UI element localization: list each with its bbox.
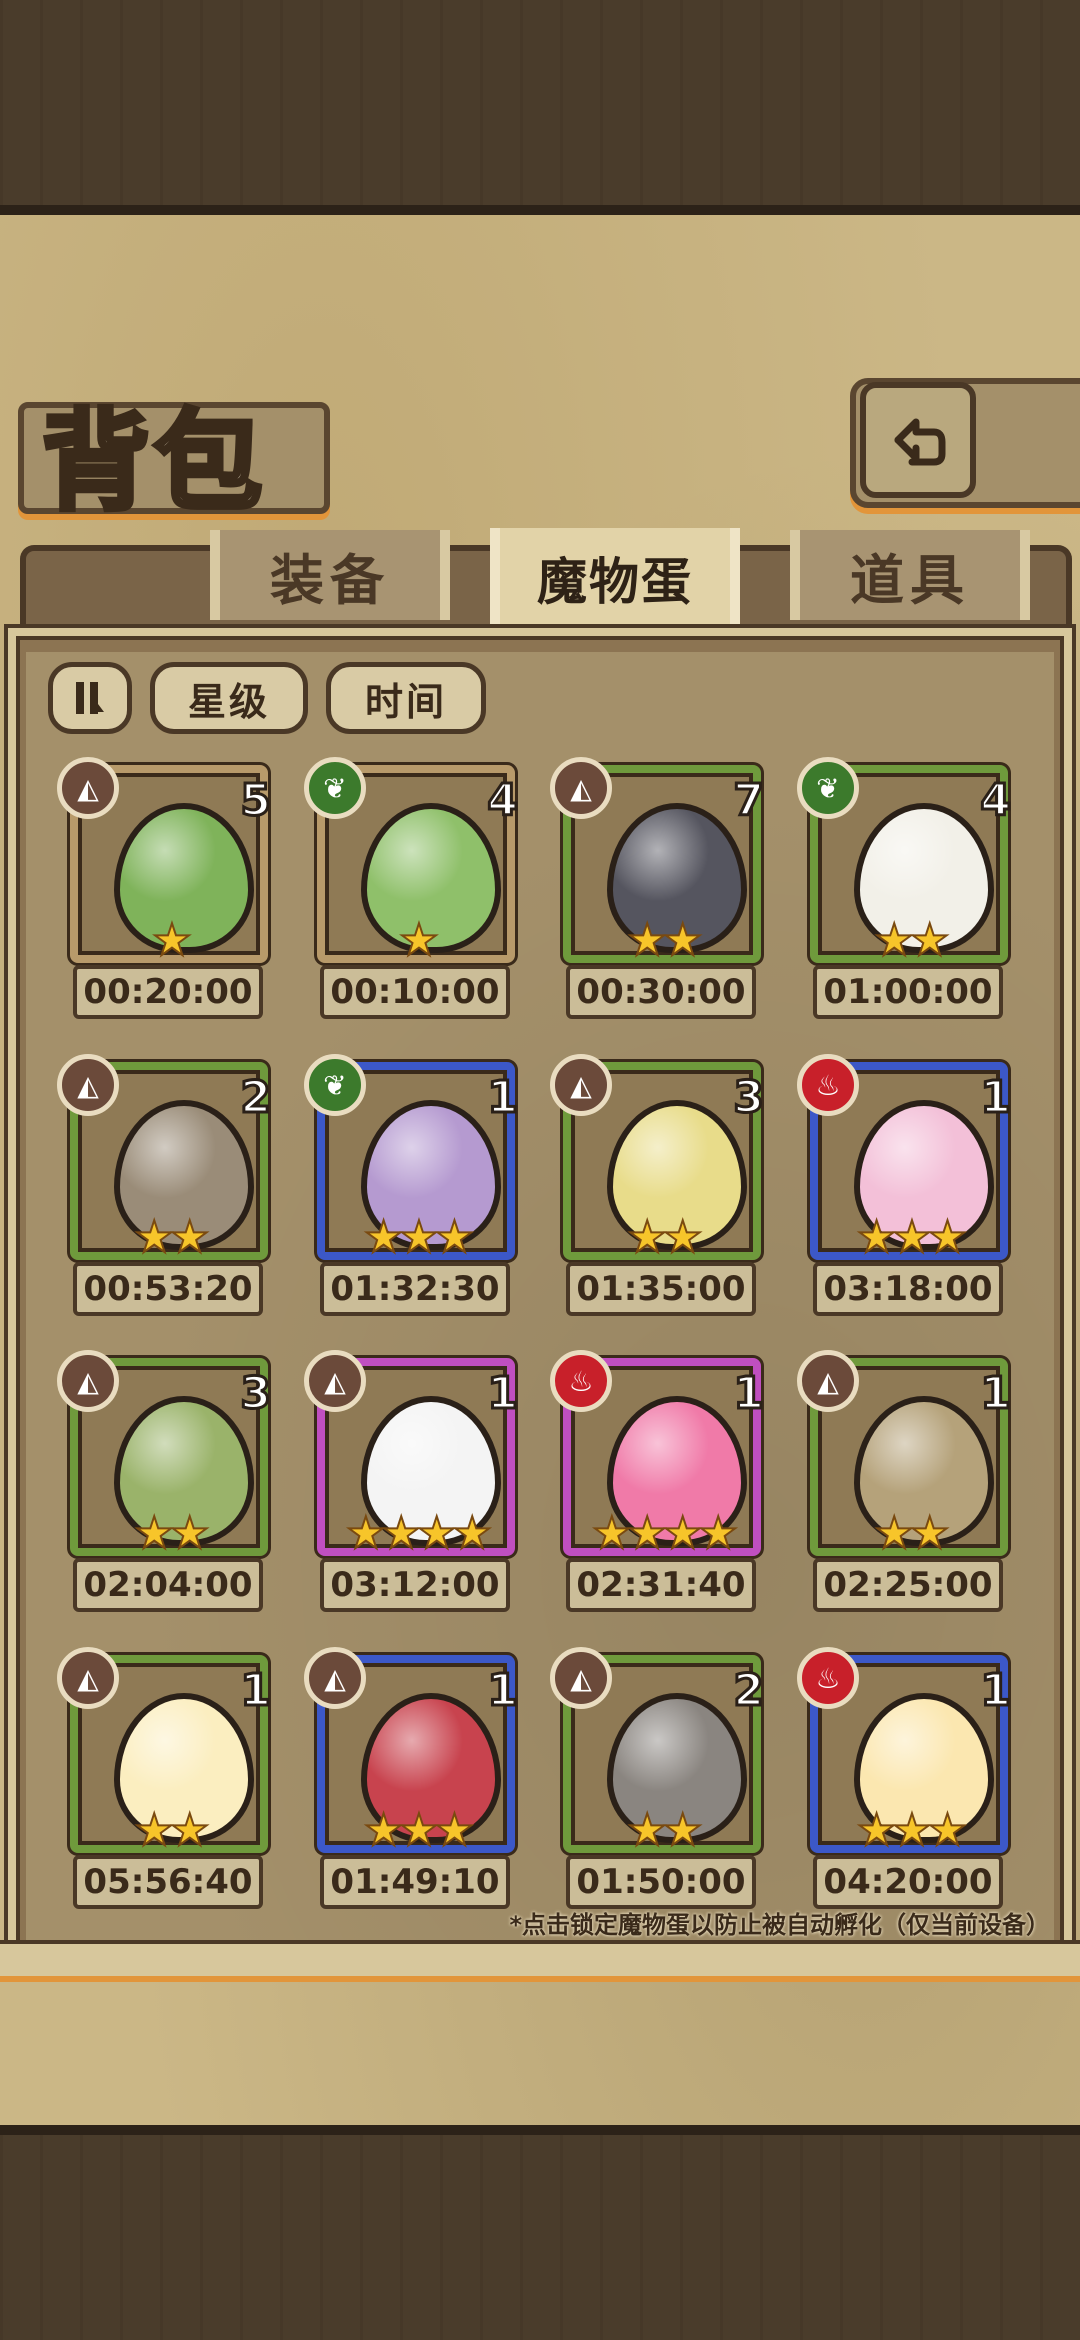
hatch-timer: 02:25:00: [813, 1558, 1003, 1612]
egg-count: 3: [239, 1367, 273, 1421]
hatch-timer: 04:20:00: [813, 1855, 1003, 1909]
hatch-timer: 01:00:00: [813, 965, 1003, 1019]
tab-equipment-label: 装备: [270, 548, 390, 612]
egg-stars: ★: [398, 914, 439, 967]
hatch-timer: 03:18:00: [813, 1262, 1003, 1316]
earth-element-icon: ◭: [550, 1054, 612, 1116]
pause-sort-icon: [76, 682, 104, 714]
egg-count: 1: [486, 1664, 520, 1718]
lock-hint-text: *点击锁定魔物蛋以防止被自动孵化（仅当前设备）: [509, 1911, 1050, 1939]
egg-count: 4: [486, 774, 520, 828]
egg-card[interactable]: ◭ 7 ★★ 00:30:00: [550, 757, 768, 1020]
hatch-timer: 01:32:30: [320, 1262, 510, 1316]
page-title: 背包: [39, 397, 267, 528]
egg-count: 2: [732, 1664, 766, 1718]
sort-by-time-label: 时间: [364, 679, 447, 724]
egg-count: 4: [979, 774, 1013, 828]
egg-card[interactable]: ◭ 2 ★★ 00:53:20: [57, 1054, 275, 1317]
hatch-timer: 05:56:40: [73, 1855, 263, 1909]
earth-element-icon: ◭: [550, 1647, 612, 1709]
bottom-map-band: [0, 2125, 1080, 2340]
sort-by-star-button[interactable]: 星级: [150, 662, 308, 734]
hatch-timer: 01:49:10: [320, 1855, 510, 1909]
earth-element-icon: ◭: [550, 757, 612, 819]
tab-items[interactable]: 道具: [790, 530, 1030, 620]
egg-stars: ★: [151, 914, 192, 967]
egg-card[interactable]: ◭ 2 ★★ 01:50:00: [550, 1647, 768, 1910]
egg-count: 7: [732, 774, 766, 828]
hatch-timer: 00:53:20: [73, 1262, 263, 1316]
tab-monster-eggs[interactable]: 魔物蛋: [490, 528, 740, 628]
hatch-timer: 00:30:00: [566, 965, 756, 1019]
egg-card[interactable]: ◭ 1 ★★ 05:56:40: [57, 1647, 275, 1910]
egg-count: 1: [732, 1367, 766, 1421]
egg-count: 1: [979, 1367, 1013, 1421]
egg-count: 1: [486, 1367, 520, 1421]
egg-count: 5: [239, 774, 273, 828]
grass-element-icon: ❦: [797, 757, 859, 819]
tab-equipment[interactable]: 装备: [210, 530, 450, 620]
hatch-timer: 03:12:00: [320, 1558, 510, 1612]
egg-stars: ★★★★: [345, 1507, 493, 1560]
sort-order-toggle[interactable]: [48, 662, 132, 734]
earth-element-icon: ◭: [57, 1350, 119, 1412]
egg-card[interactable]: ❦ 1 ★★★ 01:32:30: [304, 1054, 522, 1317]
egg-card[interactable]: ♨ 1 ★★★★ 02:31:40: [550, 1350, 768, 1613]
top-map-band: [0, 0, 1080, 215]
earth-element-icon: ◭: [797, 1350, 859, 1412]
frame-bottom-border: [0, 1940, 1080, 1982]
earth-element-icon: ◭: [57, 757, 119, 819]
grass-element-icon: ❦: [304, 1054, 366, 1116]
back-button[interactable]: [860, 382, 976, 498]
grass-element-icon: ❦: [304, 757, 366, 819]
egg-stars: ★★★: [363, 1804, 475, 1857]
sort-by-star-label: 星级: [187, 679, 270, 724]
egg-stars: ★★: [627, 914, 704, 967]
earth-element-icon: ◭: [304, 1647, 366, 1709]
egg-stars: ★★★: [856, 1211, 968, 1264]
egg-card[interactable]: ◭ 5 ★ 00:20:00: [57, 757, 275, 1020]
egg-stars: ★★★: [856, 1804, 968, 1857]
earth-element-icon: ◭: [57, 1647, 119, 1709]
egg-count: 1: [979, 1664, 1013, 1718]
egg-card[interactable]: ◭ 1 ★★ 02:25:00: [797, 1350, 1015, 1613]
egg-stars: ★★: [134, 1804, 211, 1857]
egg-count: 1: [979, 1071, 1013, 1125]
egg-stars: ★★: [874, 914, 951, 967]
hatch-timer: 01:35:00: [566, 1262, 756, 1316]
fire-element-icon: ♨: [550, 1350, 612, 1412]
sort-by-time-button[interactable]: 时间: [326, 662, 486, 734]
egg-count: 3: [732, 1071, 766, 1125]
return-arrow-icon: [894, 418, 946, 466]
egg-count: 1: [239, 1664, 273, 1718]
fire-element-icon: ♨: [797, 1054, 859, 1116]
egg-stars: ★★★★: [591, 1507, 739, 1560]
egg-card[interactable]: ♨ 1 ★★★ 03:18:00: [797, 1054, 1015, 1317]
tab-items-label: 道具: [850, 548, 970, 612]
earth-element-icon: ◭: [304, 1350, 366, 1412]
egg-count: 2: [239, 1071, 273, 1125]
egg-stars: ★★: [874, 1507, 951, 1560]
egg-count: 1: [486, 1071, 520, 1125]
hatch-timer: 01:50:00: [566, 1855, 756, 1909]
egg-stars: ★★: [627, 1211, 704, 1264]
egg-card[interactable]: ◭ 3 ★★ 01:35:00: [550, 1054, 768, 1317]
earth-element-icon: ◭: [57, 1054, 119, 1116]
hatch-timer: 02:04:00: [73, 1558, 263, 1612]
egg-card[interactable]: ◭ 3 ★★ 02:04:00: [57, 1350, 275, 1613]
egg-stars: ★★: [134, 1211, 211, 1264]
egg-stars: ★★★: [363, 1211, 475, 1264]
egg-card[interactable]: ◭ 1 ★★★ 01:49:10: [304, 1647, 522, 1910]
hatch-timer: 02:31:40: [566, 1558, 756, 1612]
egg-card[interactable]: ♨ 1 ★★★ 04:20:00: [797, 1647, 1015, 1910]
hatch-timer: 00:20:00: [73, 965, 263, 1019]
hatch-timer: 00:10:00: [320, 965, 510, 1019]
egg-card[interactable]: ◭ 1 ★★★★ 03:12:00: [304, 1350, 522, 1613]
egg-stars: ★★: [134, 1507, 211, 1560]
egg-card[interactable]: ❦ 4 ★★ 01:00:00: [797, 757, 1015, 1020]
egg-stars: ★★: [627, 1804, 704, 1857]
egg-card[interactable]: ❦ 4 ★ 00:10:00: [304, 757, 522, 1020]
tab-monster-eggs-label: 魔物蛋: [537, 553, 693, 611]
fire-element-icon: ♨: [797, 1647, 859, 1709]
